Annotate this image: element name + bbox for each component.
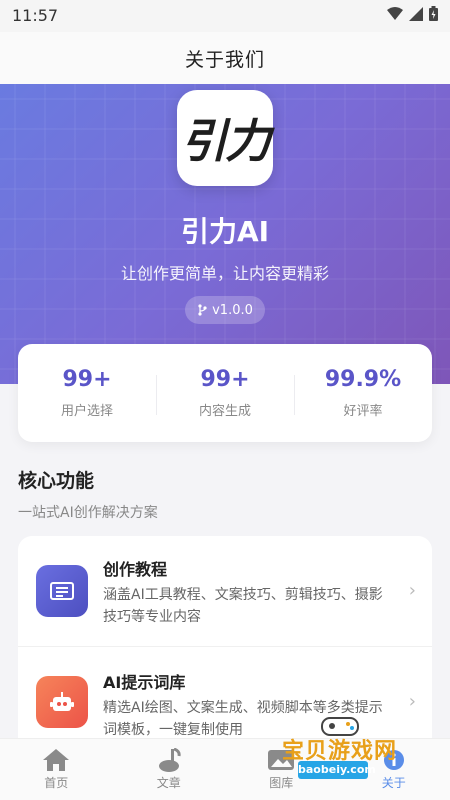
wifi-icon [387, 6, 403, 20]
version-badge: v1.0.0 [185, 296, 265, 324]
chevron-right-icon: › [408, 691, 416, 712]
app-logo-text: 引力 [181, 114, 271, 168]
status-time: 11:57 [12, 6, 59, 25]
stat-label: 用户选择 [60, 404, 113, 419]
hero-banner: 引力 引力AI 让创作更简单，让内容更精彩 v1.0.0 [0, 84, 450, 384]
stat-value: 99+ [200, 367, 250, 392]
chevron-right-icon: › [408, 580, 416, 601]
stat-label: 好评率 [343, 404, 383, 419]
stats-card: 99+ 用户选择 99+ 内容生成 99.9% 好评率 [18, 344, 432, 442]
tab-home[interactable]: 首页 [0, 739, 113, 800]
app-logo: 引力 [177, 90, 273, 186]
watermark: 宝贝游戏网 baobeiy.com [278, 715, 428, 785]
book-icon [36, 565, 88, 617]
tab-label: 首页 [44, 776, 69, 790]
stat-content: 99+ 内容生成 [156, 367, 294, 419]
home-icon [43, 749, 70, 771]
status-icons [387, 6, 438, 21]
version-text: v1.0.0 [212, 302, 253, 318]
stat-value: 99.9% [324, 367, 402, 392]
feature-desc: 涵盖AI工具教程、文案技巧、剪辑技巧、摄影技巧等专业内容 [103, 587, 383, 625]
robot-icon [36, 676, 88, 728]
stat-rating: 99.9% 好评率 [294, 367, 432, 419]
status-bar: 11:57 [0, 0, 450, 32]
feature-title: AI提示词库 [103, 673, 186, 692]
branch-icon [198, 304, 207, 316]
feature-item-tutorials[interactable]: 创作教程 涵盖AI工具教程、文案技巧、剪辑技巧、摄影技巧等专业内容 › [18, 536, 432, 647]
stat-label: 内容生成 [198, 404, 251, 419]
tab-label: 文章 [156, 776, 181, 790]
signal-icon [409, 6, 423, 21]
stat-users: 99+ 用户选择 [18, 367, 156, 419]
watermark-url: baobeiy.com [298, 761, 376, 779]
section-title: 核心功能 [18, 470, 95, 492]
tab-articles[interactable]: 文章 [113, 739, 226, 800]
nav-bar: 关于我们 [0, 32, 450, 84]
battery-icon [429, 6, 438, 21]
app-name: 引力AI [180, 215, 270, 248]
stat-value: 99+ [62, 367, 112, 392]
music-note-icon [158, 748, 181, 772]
page-title: 关于我们 [184, 48, 265, 71]
feature-title: 创作教程 [103, 560, 168, 579]
app-slogan: 让创作更简单，让内容更精彩 [120, 264, 329, 283]
section-subtitle: 一站式AI创作解决方案 [18, 505, 158, 521]
